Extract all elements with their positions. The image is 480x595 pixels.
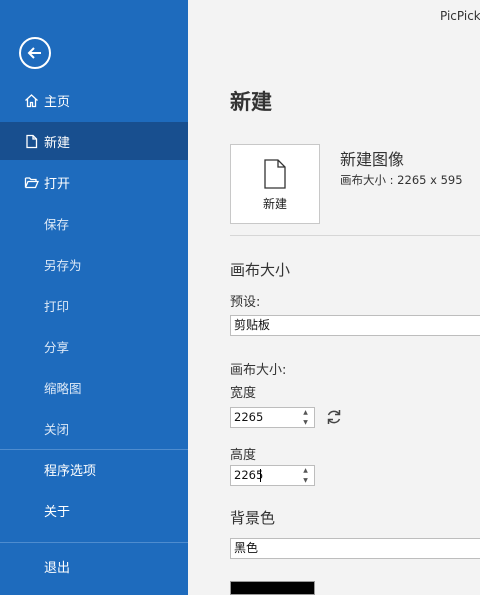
- sidebar-item-print[interactable]: 打印: [0, 286, 188, 324]
- sidebar-item-label: 打印: [44, 298, 70, 314]
- sidebar-item-share[interactable]: 分享: [0, 327, 188, 365]
- sidebar-item-about[interactable]: 关于: [0, 491, 188, 529]
- refresh-icon[interactable]: [325, 408, 343, 426]
- sidebar-item-open[interactable]: 打开: [0, 163, 188, 201]
- text-cursor: [260, 469, 261, 482]
- app-title: PicPick: [440, 9, 480, 23]
- file-icon: [26, 134, 38, 149]
- sidebar-divider: [0, 542, 188, 543]
- canvas-size-subheading: 画布大小:: [230, 363, 287, 378]
- page-title: 新建: [230, 90, 272, 114]
- sidebar-item-label: 分享: [44, 339, 70, 355]
- home-icon: [25, 94, 38, 108]
- new-image-label: 新建: [262, 197, 287, 211]
- sidebar-item-home[interactable]: 主页: [0, 81, 188, 119]
- sidebar-item-label: 关闭: [44, 421, 70, 437]
- file-icon: [264, 159, 286, 189]
- width-value: 2265: [234, 410, 264, 424]
- divider: [230, 235, 480, 236]
- folder-open-icon: [24, 177, 39, 189]
- sidebar: 主页 新建 打开 保存 另存为 打印 分享 缩略图 关闭 程序选项 关于 退出: [0, 0, 188, 595]
- background-color-heading: 背景色: [230, 509, 276, 527]
- height-increment-button[interactable]: ▲: [297, 466, 314, 475]
- arrow-left-icon: [27, 47, 41, 59]
- sidebar-item-options[interactable]: 程序选项: [0, 450, 188, 488]
- sidebar-item-label: 缩略图: [44, 380, 82, 396]
- background-color-select[interactable]: 黑色: [230, 538, 480, 559]
- height-value: 2265: [234, 468, 264, 482]
- sidebar-item-label: 保存: [44, 216, 70, 232]
- width-label: 宽度: [230, 386, 257, 401]
- height-stepper[interactable]: 2265 ▲ ▼: [230, 465, 315, 486]
- sidebar-item-label: 退出: [44, 560, 71, 576]
- width-decrement-button[interactable]: ▼: [297, 418, 314, 427]
- back-button[interactable]: [19, 37, 51, 69]
- sidebar-item-new[interactable]: 新建: [0, 122, 188, 160]
- background-color-swatch[interactable]: [230, 581, 315, 595]
- sidebar-item-thumbnails[interactable]: 缩略图: [0, 368, 188, 406]
- canvas-size-heading: 画布大小: [230, 261, 291, 279]
- sidebar-item-label: 程序选项: [44, 463, 97, 479]
- new-image-title: 新建图像: [340, 150, 405, 169]
- sidebar-item-save-as[interactable]: 另存为: [0, 245, 188, 283]
- canvas-size-text: 画布大小 : 2265 x 595: [340, 173, 463, 187]
- sidebar-item-close[interactable]: 关闭: [0, 409, 188, 447]
- width-stepper[interactable]: 2265 ▲ ▼: [230, 407, 315, 428]
- sidebar-item-save[interactable]: 保存: [0, 204, 188, 242]
- height-label: 高度: [230, 448, 257, 463]
- sidebar-item-label: 打开: [44, 176, 71, 192]
- preset-label: 预设:: [230, 295, 261, 310]
- sidebar-item-label: 主页: [44, 94, 71, 110]
- preset-select[interactable]: 剪贴板: [230, 315, 480, 336]
- new-image-button[interactable]: 新建: [230, 144, 320, 224]
- sidebar-item-exit[interactable]: 退出: [0, 547, 188, 585]
- sidebar-item-label: 另存为: [44, 257, 82, 273]
- sidebar-item-label: 关于: [44, 504, 71, 520]
- height-decrement-button[interactable]: ▼: [297, 476, 314, 485]
- sidebar-item-label: 新建: [44, 135, 71, 151]
- width-increment-button[interactable]: ▲: [297, 408, 314, 417]
